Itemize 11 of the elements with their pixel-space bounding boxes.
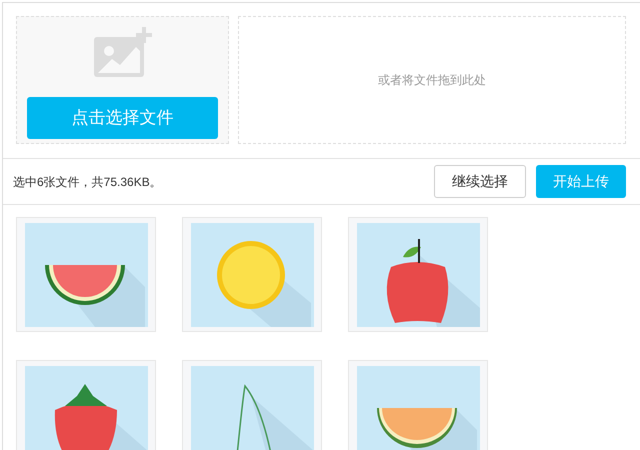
thumbnail-card[interactable] bbox=[182, 217, 322, 332]
thumbnail-card[interactable] bbox=[16, 360, 156, 450]
continue-select-button[interactable]: 继续选择 bbox=[434, 165, 526, 198]
choose-file-button[interactable]: 点击选择文件 bbox=[27, 97, 218, 139]
thumbnail-card[interactable] bbox=[348, 217, 488, 332]
start-upload-button[interactable]: 开始上传 bbox=[536, 165, 626, 198]
thumbnail-card[interactable] bbox=[182, 360, 322, 450]
thumbnail-card[interactable] bbox=[348, 360, 488, 450]
selection-summary: 选中6张文件，共75.36KB。 bbox=[13, 174, 163, 190]
thumbnail-card[interactable] bbox=[16, 217, 156, 332]
drop-zone-hint: 或者将文件拖到此处 bbox=[378, 72, 486, 89]
